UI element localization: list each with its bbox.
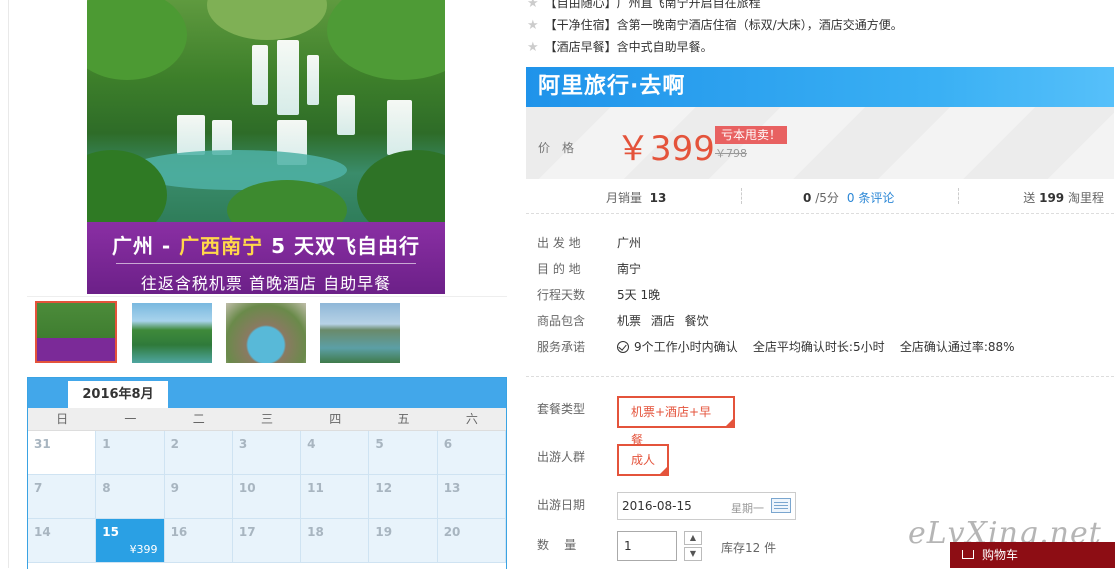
calendar-day[interactable]: 9 bbox=[164, 475, 233, 519]
calendar-month-tab[interactable]: 2016年8月 bbox=[68, 381, 168, 408]
calendar-day[interactable]: 11 bbox=[301, 475, 370, 519]
main-product-image: 广州 - 广西南宁 5 天双飞自由行 往返含税机票 首晚酒店 自助早餐 bbox=[87, 0, 445, 294]
quantity-up-button[interactable]: ▲ bbox=[684, 531, 702, 545]
thumbnail-3[interactable] bbox=[226, 303, 306, 363]
thumbnail-1[interactable] bbox=[35, 301, 117, 363]
calendar-day[interactable]: 7 bbox=[28, 475, 97, 519]
calendar-day-selected[interactable]: 15 ¥399 bbox=[96, 519, 165, 563]
cart-label: 购物车 bbox=[982, 548, 1019, 562]
calendar-day[interactable]: 1 bbox=[96, 431, 165, 475]
calendar-day[interactable]: 6 bbox=[437, 431, 506, 475]
weekday-label: 一 bbox=[124, 412, 137, 426]
current-price: ￥399 bbox=[616, 129, 715, 169]
calendar-day[interactable]: 10 bbox=[232, 475, 302, 519]
travel-date-input[interactable]: 2016-08-15 星期一 bbox=[617, 492, 796, 520]
calendar-day: 31 bbox=[28, 431, 97, 475]
calendar-day[interactable]: 5 bbox=[369, 431, 438, 475]
original-price: ￥798 bbox=[715, 147, 747, 160]
stock-count: 库存12 件 bbox=[721, 541, 777, 555]
hero-banner: 广州 - 广西南宁 5 天双飞自由行 往返含税机票 首晚酒店 自助早餐 bbox=[87, 222, 445, 294]
cart-button[interactable]: 购物车 bbox=[950, 542, 1115, 568]
hero-subtitle: 往返含税机票 首晚酒店 自助早餐 bbox=[140, 274, 392, 293]
calendar-day[interactable]: 4 bbox=[301, 431, 370, 475]
weekday-label: 日 bbox=[56, 412, 69, 426]
calendar-day[interactable]: 3 bbox=[232, 431, 302, 475]
sales-stats: 月销量 13 0 /5分 0 条评论 送 199 淘里程 bbox=[526, 182, 1114, 210]
weekday-label: 三 bbox=[260, 412, 273, 426]
star-icon: ★ bbox=[527, 0, 539, 11]
page-left-border bbox=[8, 0, 9, 568]
price-label: 价格 bbox=[538, 141, 587, 155]
weekday-label: 五 bbox=[397, 412, 410, 426]
calendar-day[interactable]: 2 bbox=[164, 431, 233, 475]
quantity-label: 数 量 bbox=[537, 538, 577, 552]
feature-item: ★ 【干净住宿】含第一晚南宁酒店住宿（标双/大床），酒店交通方便。 bbox=[527, 18, 903, 33]
calendar-day[interactable]: 20 bbox=[437, 519, 506, 563]
weekday-label: 二 bbox=[192, 412, 205, 426]
calendar-day[interactable]: 19 bbox=[369, 519, 438, 563]
thumbnail-2[interactable] bbox=[132, 303, 212, 363]
calendar-day[interactable]: 16 bbox=[164, 519, 233, 563]
feature-list: ★ 【自由随心】广州直飞南宁开启自在旅程 ★ 【干净住宿】含第一晚南宁酒店住宿（标双… bbox=[527, 0, 903, 58]
promo-badge: 亏本甩卖！ bbox=[715, 126, 788, 144]
calendar-day[interactable]: 12 bbox=[369, 475, 438, 519]
traveler-option[interactable]: 成人 bbox=[617, 444, 669, 476]
calendar-day[interactable]: 14 bbox=[28, 519, 97, 563]
travel-date-value: 2016-08-15 bbox=[622, 499, 692, 513]
feature-item: ★ 【自由随心】广州直飞南宁开启自在旅程 bbox=[527, 0, 903, 14]
package-option[interactable]: 机票+酒店+早餐 bbox=[617, 396, 735, 447]
check-circle-icon bbox=[617, 341, 629, 353]
calendar-day[interactable]: 17 bbox=[232, 519, 302, 563]
rating-summary: 0 /5分 0 条评论 bbox=[803, 191, 895, 205]
calendar-icon[interactable] bbox=[771, 498, 791, 513]
traveler-type-label: 出游人群 bbox=[537, 450, 586, 464]
quantity-input[interactable]: 1 bbox=[617, 531, 677, 561]
reviews-link[interactable]: 0 条评论 bbox=[847, 191, 894, 205]
hero-title: 广州 - 广西南宁 5 天双飞自由行 bbox=[111, 234, 421, 258]
departure-calendar: 2016年8月 日 一 二 三 四 五 六 31 1 2 3 4 5 6 7 8… bbox=[27, 377, 507, 569]
weekday-label: 六 bbox=[465, 412, 478, 426]
travel-date-weekday: 星期一 bbox=[731, 502, 764, 515]
mileage-reward: 送 199 淘里程 bbox=[1023, 191, 1104, 205]
waterfall-photo bbox=[87, 0, 445, 240]
travel-date-label: 出游日期 bbox=[537, 498, 586, 512]
brand-banner: 阿里旅行·去啊 bbox=[526, 67, 1114, 107]
cart-icon bbox=[962, 550, 974, 559]
calendar-day-price: ¥399 bbox=[129, 543, 158, 556]
star-icon: ★ bbox=[527, 18, 539, 33]
calendar-day[interactable]: 13 bbox=[437, 475, 506, 519]
package-type-label: 套餐类型 bbox=[537, 402, 586, 416]
quantity-down-button[interactable]: ▼ bbox=[684, 547, 702, 561]
price-box: 阿里旅行·去啊 价格 ￥399 亏本甩卖！ ￥798 bbox=[526, 67, 1114, 179]
calendar-grid: 31 1 2 3 4 5 6 7 8 9 10 11 12 13 14 15 ¥3… bbox=[28, 431, 506, 563]
star-icon: ★ bbox=[527, 40, 539, 55]
calendar-day[interactable]: 8 bbox=[96, 475, 165, 519]
weekday-label: 四 bbox=[329, 412, 342, 426]
feature-item: ★ 【酒店早餐】含中式自助早餐。 bbox=[527, 40, 713, 55]
thumbnail-4[interactable] bbox=[320, 303, 400, 363]
calendar-weekdays: 日 一 二 三 四 五 六 bbox=[28, 408, 506, 431]
monthly-sales: 月销量 13 bbox=[606, 191, 667, 205]
calendar-day[interactable]: 18 bbox=[301, 519, 370, 563]
